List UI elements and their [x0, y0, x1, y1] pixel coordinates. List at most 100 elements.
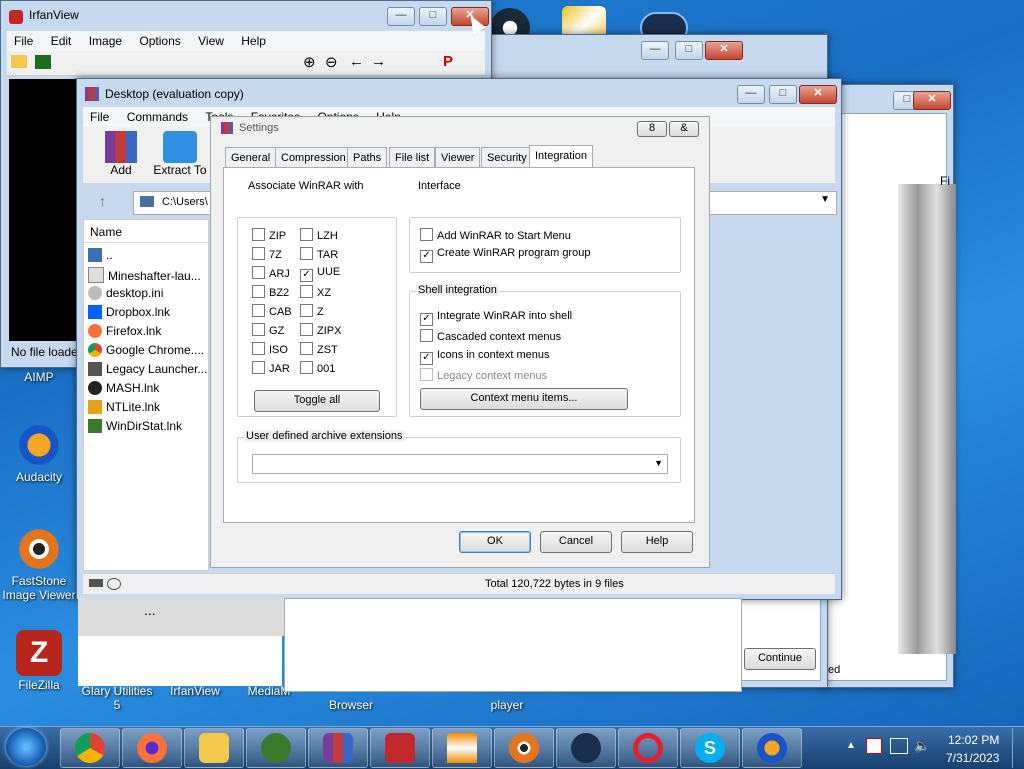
taskbar-skype[interactable]: S [680, 728, 740, 768]
cancel-button[interactable]: Cancel [540, 531, 612, 553]
list-header-name[interactable]: Name [84, 220, 208, 243]
irfan-menu-file[interactable]: File [7, 31, 40, 51]
taskbar-opera[interactable] [618, 728, 678, 768]
irfan-maximize-button[interactable]: □ [419, 7, 447, 26]
assoc-xz-checkbox[interactable] [300, 285, 313, 298]
tab-paths[interactable]: Paths [347, 147, 388, 168]
bg-mid-close-button[interactable]: ✕ [705, 41, 743, 60]
context-menu-items-button[interactable]: Context menu items... [420, 388, 628, 410]
assoc-lzh[interactable]: LZH [300, 228, 338, 242]
winrar-menu-file[interactable]: File [83, 107, 116, 127]
assoc-7z[interactable]: 7Z [252, 247, 282, 261]
winrar-close-button[interactable]: ✕ [799, 85, 837, 104]
irfan-menu-edit[interactable]: Edit [44, 31, 79, 51]
tab-viewer[interactable]: Viewer [435, 147, 481, 168]
assoc-bz2[interactable]: BZ2 [252, 285, 289, 299]
list-item[interactable]: Google Chrome.... [88, 343, 204, 357]
winrar-minimize-button[interactable]: — [737, 85, 765, 104]
show-desktop-button[interactable] [1012, 728, 1024, 768]
assoc-7z-checkbox[interactable] [252, 247, 265, 260]
assoc-uue-checkbox[interactable]: ✓ [300, 269, 313, 282]
more-dots[interactable]: ... [144, 602, 156, 618]
winrar-maximize-button[interactable]: □ [769, 85, 797, 104]
assoc-cab[interactable]: CAB [252, 304, 292, 318]
list-item[interactable]: MASH.lnk [88, 381, 159, 395]
assoc-z-checkbox[interactable] [300, 304, 313, 317]
taskbar-cloud-app[interactable] [556, 728, 616, 768]
tab-file-list[interactable]: File list [389, 147, 436, 168]
combo-dropdown-icon[interactable]: ▼ [654, 458, 663, 468]
assoc-zst[interactable]: ZST [300, 342, 338, 356]
taskbar-tree-app[interactable] [246, 728, 306, 768]
assoc-jar-checkbox[interactable] [252, 361, 265, 374]
tab-general[interactable]: General [225, 147, 277, 168]
taskbar-vlc[interactable] [432, 728, 492, 768]
assoc-001[interactable]: 001 [300, 361, 335, 375]
irfan-menu-help[interactable]: Help [234, 31, 273, 51]
taskbar-faststone[interactable] [494, 728, 554, 768]
list-item[interactable]: Mineshafter-lau... [88, 267, 201, 283]
winrar-menu-commands[interactable]: Commands [120, 107, 195, 127]
clock-time[interactable]: 12:02 PM [948, 733, 999, 747]
start-button[interactable] [6, 728, 46, 766]
irfan-minimize-button[interactable]: — [387, 7, 415, 26]
tray-network-icon[interactable] [890, 738, 908, 754]
extract-to-button[interactable]: Extract To [151, 131, 209, 177]
taskbar-audacity[interactable] [742, 728, 802, 768]
bg-right-close-button[interactable]: ✕ [913, 91, 951, 110]
toggle-all-button[interactable]: Toggle all [254, 390, 380, 412]
zoom-out-icon[interactable]: ⊖ [325, 53, 338, 71]
add-button[interactable]: Add [101, 131, 141, 177]
assoc-z[interactable]: Z [300, 304, 324, 318]
tray-expand-icon[interactable]: ▲ [846, 740, 856, 751]
assoc-zip[interactable]: ZIP [252, 228, 286, 242]
desktop-icon-browser[interactable]: Browser [312, 698, 390, 712]
assoc-tar-checkbox[interactable] [300, 247, 313, 260]
assoc-zst-checkbox[interactable] [300, 342, 313, 355]
user-extensions-combo[interactable]: ▼ [252, 454, 668, 474]
icons-menus-option[interactable]: ✓ Icons in context menus [420, 349, 550, 365]
list-item[interactable]: .. [88, 248, 113, 262]
paint-p-icon[interactable]: P [443, 53, 453, 70]
assoc-zipx[interactable]: ZIPX [300, 323, 341, 337]
tab-compression[interactable]: Compression [275, 147, 352, 168]
assoc-arj[interactable]: ARJ [252, 266, 290, 280]
help-button[interactable]: Help [621, 531, 693, 553]
continue-button[interactable]: Continue [744, 648, 816, 670]
filmstrip-icon[interactable] [35, 55, 51, 69]
icons-menus-checkbox[interactable]: ✓ [420, 352, 433, 365]
assoc-gz-checkbox[interactable] [252, 323, 265, 336]
tab-security[interactable]: Security [481, 147, 533, 168]
integrate-shell-checkbox[interactable]: ✓ [420, 313, 433, 326]
irfan-menu-image[interactable]: Image [82, 31, 129, 51]
assoc-iso-checkbox[interactable] [252, 342, 265, 355]
desktop-icon-glary[interactable]: Glary Utilities 5 [78, 684, 156, 712]
bg-mid-minimize-button[interactable]: — [641, 41, 669, 60]
assoc-zip-checkbox[interactable] [252, 228, 265, 241]
clock-date[interactable]: 7/31/2023 [946, 751, 999, 765]
bg-mid-maximize-button[interactable]: □ [675, 41, 703, 60]
list-item[interactable]: Dropbox.lnk [88, 305, 170, 319]
add-start-menu-option[interactable]: Add WinRAR to Start Menu [420, 228, 571, 242]
assoc-iso[interactable]: ISO [252, 342, 288, 356]
assoc-tar[interactable]: TAR [300, 247, 338, 261]
assoc-arj-checkbox[interactable] [252, 266, 265, 279]
list-item[interactable]: NTLite.lnk [88, 400, 160, 414]
desktop-icon-irfanview[interactable]: IrfanView [156, 684, 234, 698]
tray-flag-icon[interactable] [866, 738, 882, 754]
integrate-shell-option[interactable]: ✓ Integrate WinRAR into shell [420, 310, 572, 326]
assoc-xz[interactable]: XZ [300, 285, 331, 299]
taskbar-chrome[interactable] [60, 728, 120, 768]
prev-arrow-icon[interactable]: ← [349, 53, 364, 70]
assoc-lzh-checkbox[interactable] [300, 228, 313, 241]
taskbar-winrar[interactable] [308, 728, 368, 768]
desktop-icon-player[interactable]: player [468, 698, 546, 712]
cascaded-menus-checkbox[interactable] [420, 329, 433, 342]
settings-close-title-button[interactable]: & [669, 121, 699, 137]
list-item[interactable]: Legacy Launcher... [88, 362, 207, 376]
zoom-in-icon[interactable]: ⊕ [303, 53, 316, 71]
open-folder-icon[interactable] [11, 55, 27, 68]
ok-button[interactable]: OK [459, 531, 531, 553]
assoc-zipx-checkbox[interactable] [300, 323, 313, 336]
desktop-icon-audacity[interactable]: Audacity [0, 422, 78, 484]
